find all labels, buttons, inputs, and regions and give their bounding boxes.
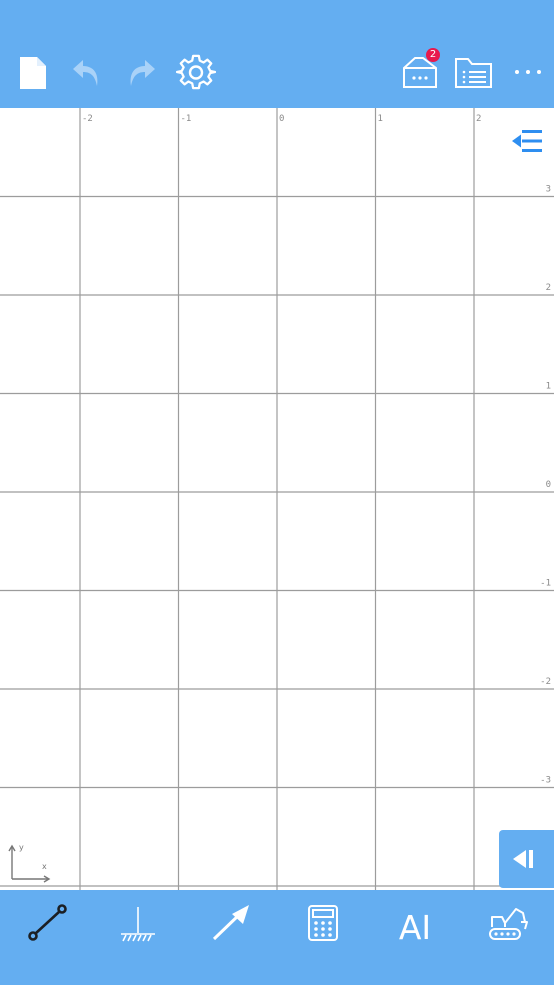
force-arrow-tool[interactable] <box>203 900 259 946</box>
fixed-support-tool[interactable] <box>110 900 166 946</box>
axis-x-label: x <box>42 862 47 871</box>
more-icon[interactable] <box>512 62 544 82</box>
y-tick-label: 2 <box>546 283 551 293</box>
side-panel-toggle-button[interactable] <box>499 830 554 888</box>
drawing-canvas[interactable]: -2-10123210-1-2-3-4 y x <box>0 108 554 890</box>
axes-indicator-icon: y x <box>2 841 54 887</box>
excavator-icon <box>489 908 528 940</box>
new-document-icon[interactable] <box>18 56 48 90</box>
y-tick-label: 1 <box>546 382 551 392</box>
x-tick-label: 2 <box>476 114 481 124</box>
calculator-tool[interactable] <box>295 900 351 946</box>
ai-tool[interactable]: AI <box>387 900 443 947</box>
y-tick-label: 0 <box>546 480 551 490</box>
y-tick-label: 3 <box>546 185 551 195</box>
undo-icon[interactable] <box>70 56 104 90</box>
ground-support-icon <box>121 907 155 942</box>
arrow-icon <box>212 905 249 941</box>
x-tick-label: -2 <box>82 114 93 124</box>
top-toolbar: 2 <box>0 0 554 108</box>
x-tick-label: 1 <box>378 114 383 124</box>
redo-icon[interactable] <box>124 56 158 90</box>
x-tick-label: 0 <box>279 114 284 124</box>
excavator-tool[interactable] <box>480 900 536 946</box>
bottom-toolbar: AI <box>0 890 554 985</box>
line-segment-tool[interactable] <box>19 900 75 946</box>
y-tick-label: -3 <box>540 776 551 786</box>
axis-y-label: y <box>19 843 24 852</box>
ai-tool-label: AI <box>398 908 432 947</box>
calculator-icon <box>308 905 338 941</box>
panel-collapse-icon[interactable] <box>509 126 545 156</box>
grid: -2-10123210-1-2-3-4 <box>0 108 554 890</box>
y-tick-label: -1 <box>540 579 551 589</box>
line-segment-icon <box>28 904 67 941</box>
file-list-icon[interactable] <box>454 56 494 90</box>
x-tick-label: -1 <box>181 114 192 124</box>
notification-badge: 2 <box>426 48 440 62</box>
settings-icon[interactable] <box>176 53 216 93</box>
y-tick-label: -2 <box>540 677 551 687</box>
